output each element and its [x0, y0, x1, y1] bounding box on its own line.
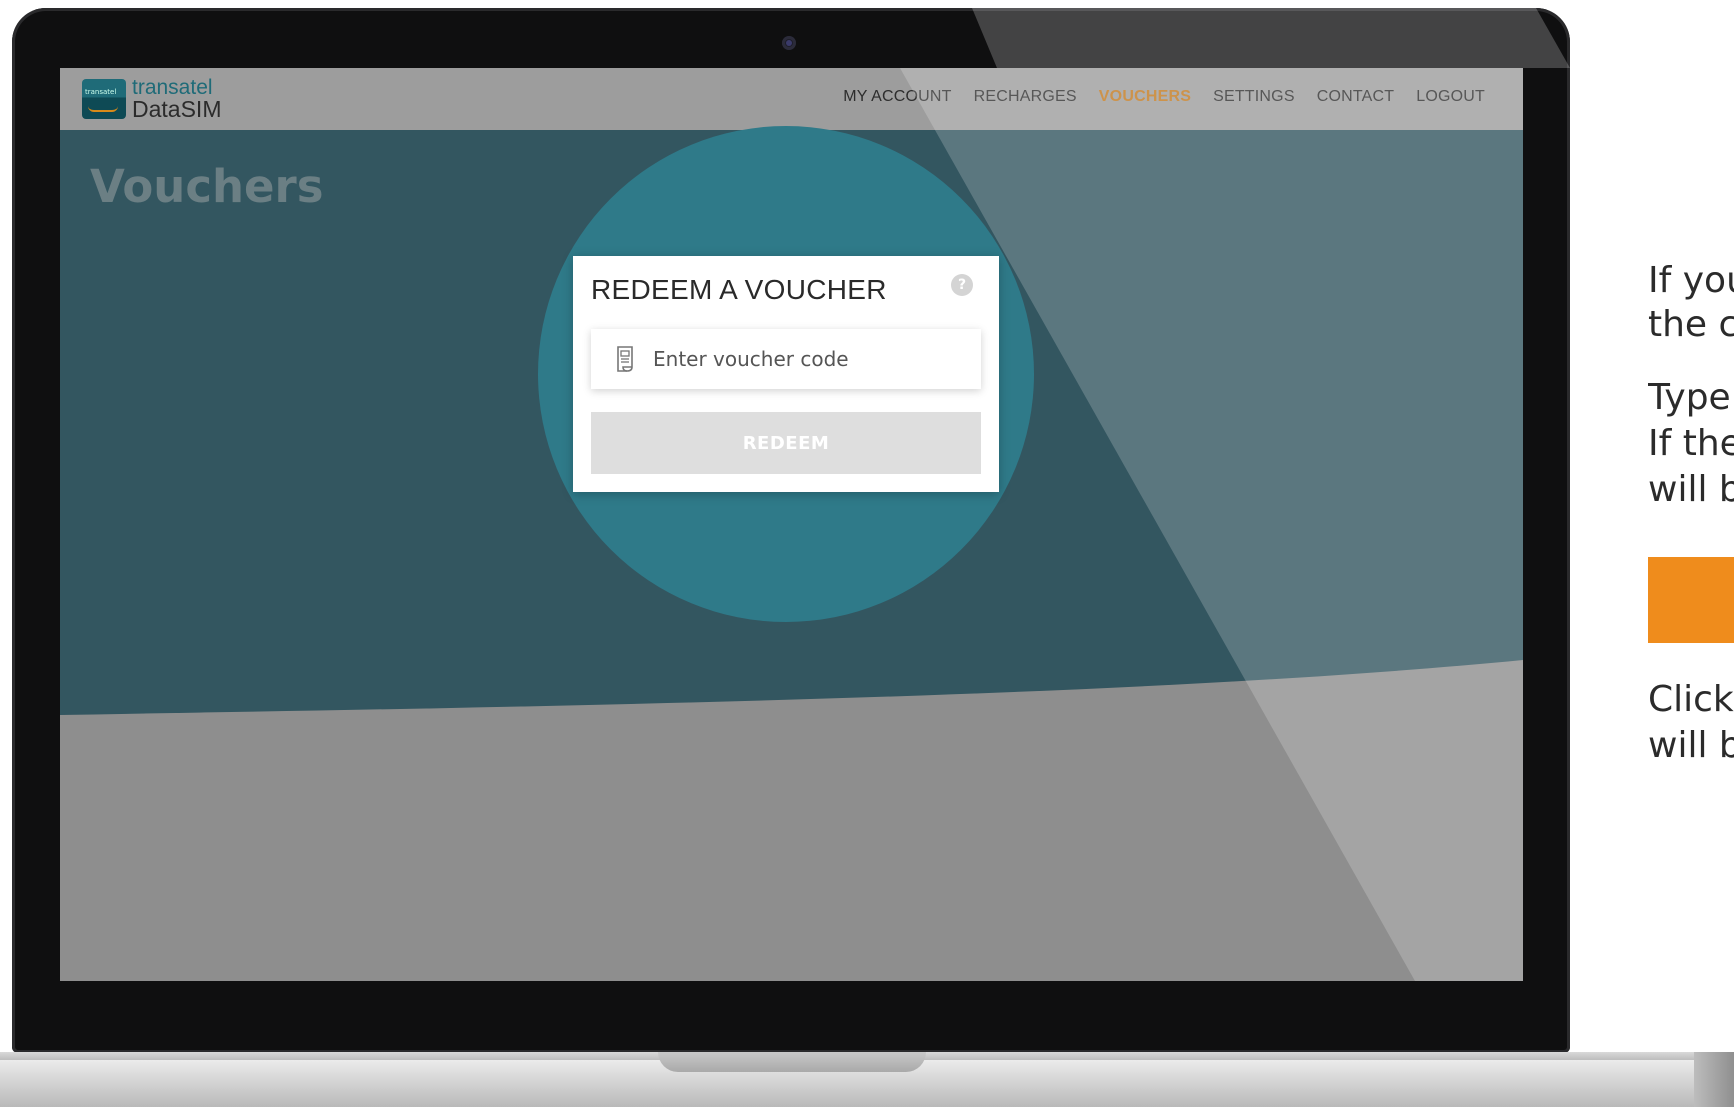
help-icon[interactable]: ?	[951, 274, 973, 296]
instruction-line-5: will b	[1648, 469, 1734, 510]
transatel-logo-icon: transatel	[82, 79, 126, 119]
main-nav: MY ACCOUNT RECHARGES VOUCHERS SETTINGS C…	[843, 88, 1485, 106]
logo-product: DataSIM	[132, 96, 222, 122]
redeem-button[interactable]: REDEEM	[591, 412, 981, 474]
instruction-line-7: will b	[1648, 725, 1734, 766]
card-title: REDEEM A VOUCHER	[591, 274, 887, 305]
logo-mark-text: transatel	[85, 88, 117, 96]
instruction-line-6: Click	[1648, 679, 1734, 720]
redeem-voucher-card: REDEEM A VOUCHER ? REDEEM	[573, 256, 999, 492]
camera-icon	[782, 36, 796, 50]
receipt-icon	[617, 346, 633, 372]
nav-logout[interactable]: LOGOUT	[1416, 88, 1485, 106]
top-navigation-bar: transatel transatel DataSIM MY ACCOUNT R…	[60, 68, 1523, 130]
instruction-line-2: the c	[1648, 304, 1734, 345]
nav-vouchers[interactable]: VOUCHERS	[1099, 88, 1191, 106]
laptop-base-edge	[1694, 1052, 1734, 1107]
nav-contact[interactable]: CONTACT	[1317, 88, 1395, 106]
instruction-line-4: If the	[1648, 423, 1734, 464]
page-title: Vouchers	[90, 160, 324, 213]
instruction-line-1: If you	[1648, 260, 1734, 301]
logo[interactable]: transatel transatel DataSIM	[82, 76, 222, 122]
orange-button[interactable]	[1648, 557, 1734, 643]
laptop-screen: transatel transatel DataSIM MY ACCOUNT R…	[60, 68, 1523, 981]
instruction-line-3: Type	[1648, 377, 1731, 418]
voucher-code-input[interactable]	[651, 346, 955, 372]
nav-recharges[interactable]: RECHARGES	[974, 88, 1077, 106]
laptop-notch	[658, 1052, 926, 1072]
nav-settings[interactable]: SETTINGS	[1213, 88, 1295, 106]
voucher-code-field[interactable]	[591, 329, 981, 389]
logo-brand: transatel	[132, 76, 213, 99]
nav-my-account[interactable]: MY ACCOUNT	[843, 88, 951, 106]
instructions-panel: If you the c Type If the will b Click wi…	[1648, 0, 1734, 1052]
